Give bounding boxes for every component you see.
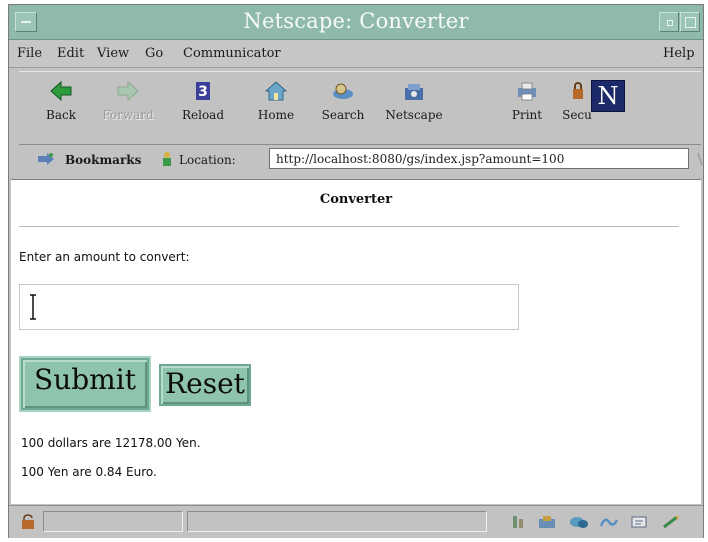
mailbox-icon[interactable] bbox=[537, 514, 557, 530]
security-icon bbox=[573, 82, 583, 99]
netscape-icon bbox=[405, 84, 423, 100]
location-toolbar: Bookmarks Location: http://localhost:808… bbox=[19, 145, 703, 175]
back-arrow-icon bbox=[50, 80, 72, 102]
submit-button[interactable]: Submit bbox=[19, 356, 151, 412]
menu-view[interactable]: View bbox=[97, 46, 129, 61]
search-button[interactable]: Search bbox=[317, 76, 369, 136]
maximize-button[interactable] bbox=[680, 12, 700, 32]
print-icon bbox=[518, 82, 536, 101]
progress-field bbox=[43, 511, 183, 532]
menu-edit[interactable]: Edit bbox=[57, 46, 84, 61]
netscape-logo-letter: N bbox=[597, 82, 619, 110]
home-icon bbox=[264, 81, 288, 101]
divider bbox=[19, 226, 679, 227]
location-label: Location: bbox=[179, 153, 236, 167]
security-lock-icon[interactable] bbox=[19, 514, 37, 530]
page-title: Converter bbox=[319, 192, 393, 207]
result-line: 100 Yen are 0.84 Euro. bbox=[21, 465, 157, 479]
back-button[interactable]: Back bbox=[39, 76, 83, 136]
grip-icon[interactable] bbox=[697, 151, 703, 167]
url-field[interactable]: http://localhost:8080/gs/index.jsp?amoun… bbox=[269, 148, 689, 169]
amount-input[interactable] bbox=[19, 284, 519, 330]
netscape-button[interactable]: Netscape bbox=[383, 76, 445, 136]
menu-communicator[interactable]: Communicator bbox=[183, 46, 281, 61]
window-title: Netscape: Converter bbox=[243, 9, 469, 33]
menu-bar: File Edit View Go Communicator Help bbox=[9, 40, 703, 68]
edit-page-icon[interactable] bbox=[661, 514, 681, 530]
status-message-field bbox=[187, 511, 487, 532]
navigation-toolbar: Back Forward 3 Reload Home Search Netsca… bbox=[19, 71, 701, 145]
text-cursor-icon bbox=[30, 294, 36, 320]
amount-prompt: Enter an amount to convert: bbox=[19, 250, 190, 264]
menu-file[interactable]: File bbox=[17, 46, 42, 61]
svg-text:3: 3 bbox=[198, 84, 208, 100]
menu-help[interactable]: Help bbox=[663, 46, 695, 61]
netscape-logo[interactable]: N bbox=[591, 80, 625, 112]
minimize-button[interactable] bbox=[659, 12, 679, 32]
bookmarks-icon[interactable] bbox=[37, 152, 55, 166]
location-icon[interactable] bbox=[161, 151, 173, 167]
composer-icon[interactable] bbox=[599, 514, 619, 530]
search-icon bbox=[333, 83, 353, 99]
page-content: Converter Enter an amount to convert: Su… bbox=[11, 179, 701, 504]
bookmarks-button[interactable]: Bookmarks bbox=[65, 153, 141, 167]
address-book-icon[interactable] bbox=[629, 514, 649, 530]
reload-icon: 3 bbox=[196, 82, 210, 100]
result-line: 100 dollars are 12178.00 Yen. bbox=[21, 436, 201, 450]
navigator-icon[interactable] bbox=[509, 514, 529, 530]
browser-window: Netscape: Converter File Edit View Go Co… bbox=[8, 4, 704, 538]
reload-button[interactable]: 3 Reload bbox=[175, 76, 231, 136]
reset-button[interactable]: Reset bbox=[159, 364, 251, 406]
menu-go[interactable]: Go bbox=[145, 46, 163, 61]
print-button[interactable]: Print bbox=[505, 76, 549, 136]
forward-arrow-icon bbox=[117, 80, 139, 102]
home-button[interactable]: Home bbox=[251, 76, 301, 136]
discussions-icon[interactable] bbox=[569, 514, 589, 530]
status-bar bbox=[9, 505, 703, 538]
forward-button[interactable]: Forward bbox=[97, 76, 159, 136]
title-bar[interactable]: Netscape: Converter bbox=[9, 5, 703, 40]
